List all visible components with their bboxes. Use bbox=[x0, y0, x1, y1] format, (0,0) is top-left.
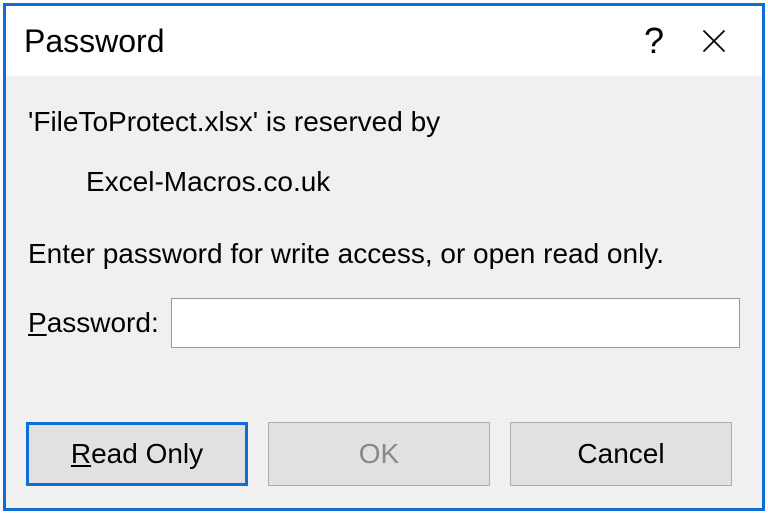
help-icon[interactable]: ? bbox=[624, 20, 684, 62]
read-only-rest: ead Only bbox=[91, 438, 203, 470]
reserved-suffix: ' is reserved by bbox=[253, 106, 440, 137]
password-label-rest: assword: bbox=[47, 307, 159, 338]
read-only-hotkey: R bbox=[71, 438, 91, 470]
reserved-filename: FileToProtect.xlsx bbox=[33, 106, 252, 137]
read-only-button[interactable]: Read Only bbox=[26, 422, 248, 486]
password-input[interactable] bbox=[171, 298, 740, 348]
password-label-hotkey: P bbox=[28, 307, 47, 338]
instruction-text: Enter password for write access, or open… bbox=[28, 238, 740, 270]
password-label: Password: bbox=[28, 307, 159, 339]
reserved-by-text: Excel-Macros.co.uk bbox=[28, 166, 740, 198]
reserved-text: 'FileToProtect.xlsx' is reserved by bbox=[28, 106, 740, 138]
button-row: Read Only OK Cancel bbox=[6, 400, 762, 508]
ok-button[interactable]: OK bbox=[268, 422, 490, 486]
password-row: Password: bbox=[28, 298, 740, 348]
close-icon[interactable] bbox=[684, 17, 744, 65]
cancel-button[interactable]: Cancel bbox=[510, 422, 732, 486]
dialog-title: Password bbox=[24, 23, 624, 60]
password-dialog: Password ? 'FileToProtect.xlsx' is reser… bbox=[3, 3, 765, 511]
titlebar: Password ? bbox=[6, 6, 762, 76]
dialog-content: 'FileToProtect.xlsx' is reserved by Exce… bbox=[6, 76, 762, 400]
